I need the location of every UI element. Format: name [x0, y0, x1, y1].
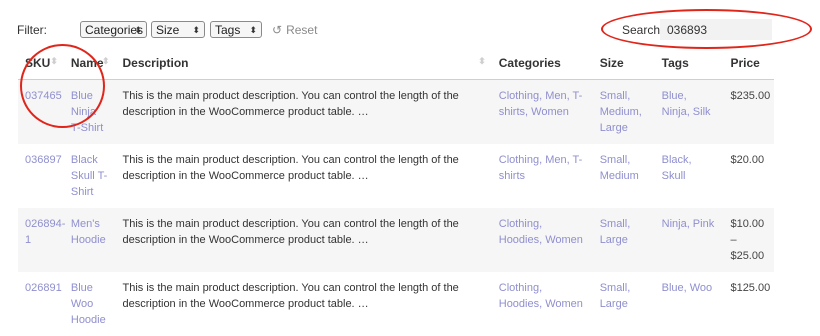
column-header-categories: Categories — [491, 46, 593, 80]
description-cell: This is the main product description. Yo… — [115, 208, 492, 272]
search-input[interactable] — [660, 19, 772, 40]
size-links[interactable]: Small, Large — [600, 282, 631, 310]
sku-cell: 036897 — [18, 144, 64, 208]
tags-filter-value: Tags — [215, 23, 241, 37]
product-name-link[interactable]: Blue Woo Hoodie — [71, 282, 106, 326]
column-header-label: Price — [730, 55, 760, 70]
product-name-link[interactable]: Black Skull T-Shirt — [71, 154, 107, 198]
tags-cell: Ninja, Pink — [654, 208, 724, 272]
column-header-label: Categories — [498, 55, 561, 70]
category-links[interactable]: Clothing, Men, T-shirts — [499, 154, 583, 182]
tag-links[interactable]: Black, Skull — [662, 154, 692, 182]
select-arrows-icon: ⬍ — [134, 25, 142, 35]
select-arrows-icon: ⬍ — [249, 25, 257, 35]
column-header-size: Size — [592, 46, 655, 80]
name-cell: Blue Ninja T-Shirt — [63, 79, 116, 144]
product-name-link[interactable]: Men's Hoodie — [71, 218, 106, 246]
categories-filter-select[interactable]: Categories ⬍ — [80, 21, 147, 38]
tags-filter-select[interactable]: Tags ⬍ — [210, 21, 262, 38]
size-links[interactable]: Small, Medium — [600, 154, 639, 182]
sku-link[interactable]: 037465 — [25, 90, 62, 102]
tag-links[interactable]: Blue, Woo — [662, 282, 713, 294]
price-cell: $125.00 — [730, 282, 771, 294]
sku-cell: 026894-1 — [18, 208, 65, 272]
size-cell: Small, Large — [593, 272, 655, 336]
categories-cell: Clothing, Men, T-shirts — [492, 144, 593, 208]
column-header-price: Price — [723, 46, 774, 80]
description-cell: This is the main product description. Yo… — [122, 154, 459, 182]
name-cell: Blue Woo Hoodie — [64, 272, 116, 336]
description-cell: This is the main product description. Yo… — [122, 282, 459, 310]
table-header-row: SKU ⬍ Name ⬍ Description ⬍ Categories Size … — [18, 46, 774, 80]
column-header-label: SKU — [25, 55, 51, 70]
name-cell: Black Skull T-Shirt — [64, 144, 116, 208]
column-header-name[interactable]: Name ⬍ — [63, 46, 116, 80]
search-label: Search: — [622, 23, 664, 37]
sort-icon: ⬍ — [101, 56, 110, 66]
select-arrows-icon: ⬍ — [192, 25, 200, 35]
sku-link[interactable]: 026891 — [25, 282, 62, 294]
description-cell: This is the main product description. Yo… — [115, 79, 492, 144]
size-cell: Small, Medium — [593, 144, 655, 208]
price-cell: $10.00 – $25.00 — [723, 208, 774, 272]
category-links[interactable]: Clothing, Men, T-shirts, Women — [499, 90, 583, 118]
sku-cell: 026891 — [18, 272, 64, 336]
size-links[interactable]: Small, Medium, Large — [600, 90, 642, 134]
sku-cell: 037465 — [18, 79, 64, 144]
table-row: 026894-1 Men's Hoodie This is the main p… — [18, 208, 774, 272]
categories-cell: Clothing, Men, T-shirts, Women — [491, 79, 593, 144]
filter-label: Filter: — [17, 23, 47, 37]
price-cell: $235.00 — [723, 79, 774, 144]
reset-button[interactable]: ↺ Reset — [272, 23, 317, 37]
table-row: 026891 Blue Woo Hoodie This is the main … — [18, 272, 774, 336]
sku-link[interactable]: 026894-1 — [25, 218, 65, 246]
sku-link[interactable]: 036897 — [25, 154, 62, 166]
categories-cell: Clothing, Hoodies, Women — [491, 208, 593, 272]
tags-cell: Blue, Woo — [655, 272, 724, 336]
categories-cell: Clothing, Hoodies, Women — [492, 272, 593, 336]
name-cell: Men's Hoodie — [63, 208, 116, 272]
category-links[interactable]: Clothing, Hoodies, Women — [499, 218, 583, 246]
column-header-tags: Tags — [654, 46, 724, 80]
sort-icon: ⬍ — [478, 56, 486, 66]
size-links[interactable]: Small, Large — [600, 218, 631, 246]
category-links[interactable]: Clothing, Hoodies, Women — [499, 282, 583, 310]
tag-links[interactable]: Blue, Ninja, Silk — [662, 90, 711, 118]
reset-label: Reset — [286, 23, 318, 37]
column-header-label: Description — [122, 55, 189, 70]
tags-cell: Black, Skull — [655, 144, 724, 208]
column-header-sku[interactable]: SKU ⬍ — [18, 46, 64, 80]
size-cell: Small, Medium, Large — [592, 79, 655, 144]
sort-icon: ⬍ — [50, 56, 58, 66]
price-cell: $20.00 — [730, 154, 765, 166]
column-header-label: Name — [70, 55, 104, 70]
size-cell: Small, Large — [592, 208, 655, 272]
undo-icon: ↺ — [272, 23, 283, 37]
table-row: 036897 Black Skull T-Shirt This is the m… — [18, 144, 774, 208]
column-header-label: Size — [599, 55, 624, 70]
size-filter-select[interactable]: Size ⬍ — [151, 21, 205, 38]
table-row: 037465 Blue Ninja T-Shirt This is the ma… — [18, 79, 774, 144]
tags-cell: Blue, Ninja, Silk — [654, 79, 724, 144]
product-table: SKU ⬍ Name ⬍ Description ⬍ Categories Size … — [18, 46, 774, 336]
column-header-description[interactable]: Description ⬍ — [115, 46, 492, 80]
column-header-label: Tags — [661, 55, 689, 70]
tag-links[interactable]: Ninja, Pink — [662, 218, 715, 230]
size-filter-value: Size — [156, 23, 180, 37]
product-name-link[interactable]: Blue Ninja T-Shirt — [71, 90, 103, 134]
filter-toolbar: Filter: Categories ⬍ Size ⬍ Tags ⬍ ↺ Rese… — [0, 0, 820, 44]
